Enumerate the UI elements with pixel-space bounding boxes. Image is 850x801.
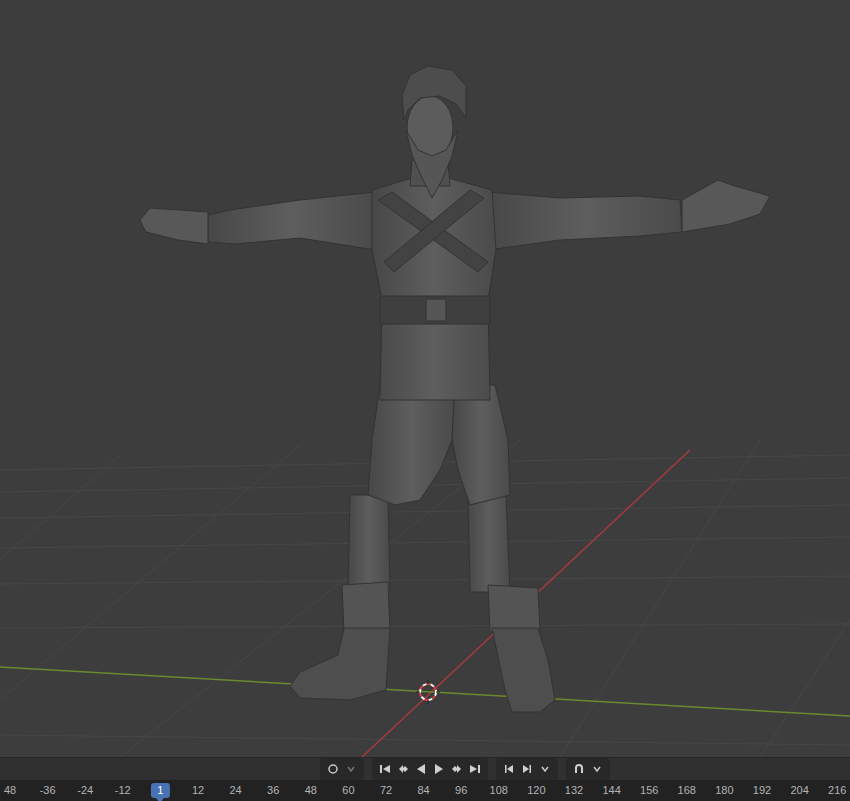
keying-group [320, 758, 364, 780]
frame-label[interactable]: 204 [787, 783, 811, 798]
scene-canvas[interactable] [0, 0, 850, 757]
keyframe-jump-group [496, 758, 558, 780]
frame-label[interactable]: 120 [524, 783, 548, 798]
frame-number: 144 [602, 784, 620, 796]
play-reverse-icon[interactable] [412, 760, 430, 778]
3d-cursor-icon[interactable] [416, 680, 440, 704]
frame-number: 84 [417, 784, 429, 796]
frame-label[interactable]: 84 [414, 783, 432, 798]
frame-label[interactable]: -24 [74, 783, 96, 798]
frame-number: 60 [342, 784, 354, 796]
frame-label[interactable]: 24 [226, 783, 244, 798]
frame-number: 120 [527, 784, 545, 796]
play-icon[interactable] [430, 760, 448, 778]
playhead-marker[interactable] [156, 798, 164, 801]
playback-controls [372, 758, 488, 780]
frame-label[interactable]: 216 [825, 783, 849, 798]
frame-number: -12 [115, 784, 131, 796]
frame-label[interactable]: -36 [37, 783, 59, 798]
frame-label[interactable]: 48 [302, 783, 320, 798]
frame-label[interactable]: 108 [487, 783, 511, 798]
character-figure[interactable] [140, 66, 770, 712]
frame-number: 108 [490, 784, 508, 796]
frame-number: 180 [715, 784, 733, 796]
frame-label[interactable]: 60 [339, 783, 357, 798]
jump-end-icon[interactable] [466, 760, 484, 778]
jump-start-icon[interactable] [376, 760, 394, 778]
frame-number: 72 [380, 784, 392, 796]
frame-label[interactable]: 168 [675, 783, 699, 798]
dropdown-arrow-icon[interactable] [342, 760, 360, 778]
frame-number: 48 [4, 784, 16, 796]
frame-number: 1 [157, 784, 163, 796]
frame-number: 168 [678, 784, 696, 796]
frame-ruler[interactable]: 48 -36 -24 -12 1 12 24 36 48 60 72 84 96 108 120 132 144… [0, 780, 850, 801]
keying-circle-icon[interactable] [324, 760, 342, 778]
frame-number: -24 [77, 784, 93, 796]
snapping-group [566, 758, 610, 780]
frame-label[interactable]: 144 [599, 783, 623, 798]
frame-label[interactable]: 96 [452, 783, 470, 798]
frame-label[interactable]: 132 [562, 783, 586, 798]
frame-number: 48 [305, 784, 317, 796]
frame-number: 36 [267, 784, 279, 796]
frame-number: 12 [192, 784, 204, 796]
next-keyframe-icon[interactable] [448, 760, 466, 778]
prev-keyframe-icon[interactable] [394, 760, 412, 778]
frame-number: 132 [565, 784, 583, 796]
y-axis-line [0, 667, 850, 716]
magnet-icon[interactable] [570, 760, 588, 778]
viewport[interactable] [0, 0, 850, 757]
dropdown-arrow-icon[interactable] [536, 760, 554, 778]
frame-label[interactable]: 1 [151, 783, 169, 798]
frame-label[interactable]: 48 [1, 783, 19, 798]
frame-label[interactable]: -12 [112, 783, 134, 798]
frame-number: 192 [753, 784, 771, 796]
frame-label[interactable]: 12 [189, 783, 207, 798]
frame-number: 24 [229, 784, 241, 796]
frame-number: 204 [790, 784, 808, 796]
frame-number: 96 [455, 784, 467, 796]
frame-number: 156 [640, 784, 658, 796]
frame-label[interactable]: 156 [637, 783, 661, 798]
frame-label[interactable]: 180 [712, 783, 736, 798]
timeline-header [0, 757, 850, 780]
frame-label[interactable]: 192 [750, 783, 774, 798]
jump-back-icon[interactable] [500, 760, 518, 778]
jump-forward-icon[interactable] [518, 760, 536, 778]
frame-label[interactable]: 36 [264, 783, 282, 798]
frame-number: 216 [828, 784, 846, 796]
frame-number: -36 [40, 784, 56, 796]
dropdown-arrow-icon[interactable] [588, 760, 606, 778]
frame-label[interactable]: 72 [377, 783, 395, 798]
